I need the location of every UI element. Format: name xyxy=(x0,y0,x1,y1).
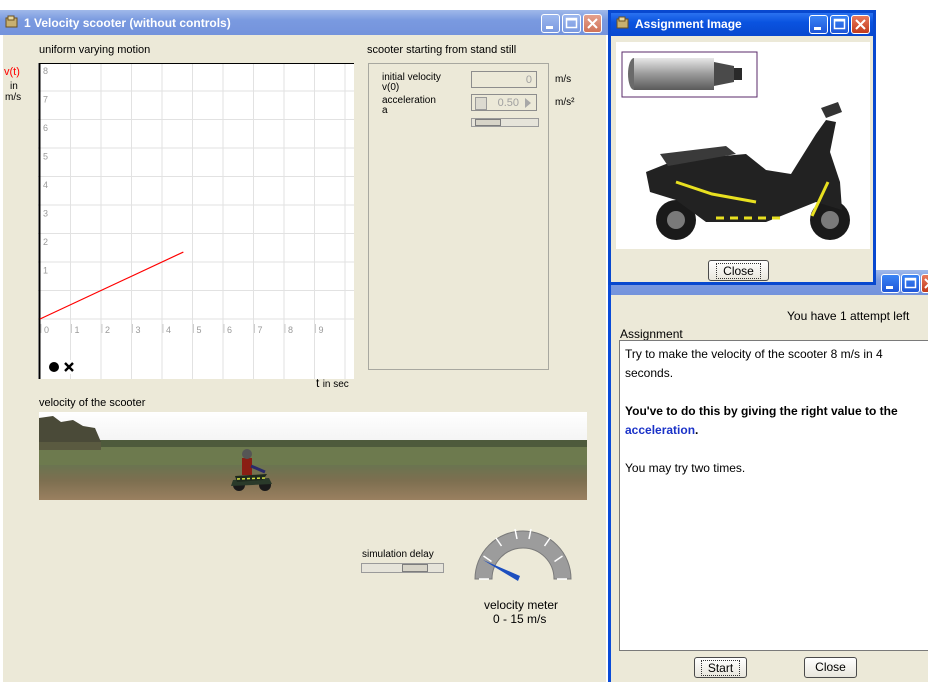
x-tick-label: 8 xyxy=(288,325,293,335)
assignment-instruction: Try to make the velocity of the scooter … xyxy=(625,347,883,380)
close-button-label: Close xyxy=(815,660,846,674)
scooter-scene xyxy=(39,412,587,500)
acceleration-unit: m/s² xyxy=(555,97,575,108)
clear-x-icon xyxy=(64,362,74,372)
close-icon xyxy=(587,18,598,29)
maximize-icon xyxy=(833,18,846,30)
y-tick-label: 2 xyxy=(43,237,48,247)
close-button-label: Close xyxy=(716,263,761,279)
params-heading: scooter starting from stand still xyxy=(367,44,517,56)
y-axis-unit: in xyxy=(10,81,18,92)
y-axis-unit: m/s xyxy=(5,92,22,103)
clear-graph-button[interactable] xyxy=(62,360,76,374)
meter-range: 0 - 15 m/s xyxy=(493,612,547,626)
x-tick-label: 9 xyxy=(319,325,324,335)
velocity-time-graph: 109876543210123456789 xyxy=(38,63,354,379)
simulation-delay-label: simulation delay xyxy=(362,549,434,560)
x-axis-unit: in sec xyxy=(322,379,349,390)
assignment-section-label: Assignment xyxy=(620,327,683,341)
requirement-text: You've to do this by giving the right va… xyxy=(625,404,898,418)
close-window-button[interactable] xyxy=(851,15,870,34)
start-button-label: Start xyxy=(700,660,741,676)
minimize-button[interactable] xyxy=(541,14,560,33)
x-tick-label: 7 xyxy=(258,325,263,335)
x-axis-label: t in sec xyxy=(316,376,349,390)
assignment-note: You may try two times. xyxy=(625,461,746,475)
y-tick-label: 5 xyxy=(43,152,48,162)
x-tick-label: 1 xyxy=(75,325,80,335)
scooter-photo xyxy=(616,42,870,249)
x-tick-label: 6 xyxy=(227,325,232,335)
acceleration-value: 0.50 xyxy=(497,97,519,109)
close-icon xyxy=(855,19,866,30)
close-button[interactable]: Close xyxy=(708,260,769,281)
assignment-window: You have 1 attempt left Assignment Try t… xyxy=(608,270,928,682)
x-tick-label: 0 xyxy=(44,325,49,335)
params-group: initial velocity v(0) 0 m/s acceleration… xyxy=(368,63,574,370)
assignment-image-title: Assignment Image xyxy=(635,17,742,31)
y-axis-label: v(t) xyxy=(4,66,20,78)
y-tick-label: 7 xyxy=(43,95,48,105)
minimize-icon xyxy=(886,286,893,289)
attempts-text: You have 1 attempt left xyxy=(787,309,910,323)
meter-label: velocity meter xyxy=(484,598,559,612)
simulation-window-title: 1 Velocity scooter (without controls) xyxy=(24,16,231,30)
initial-velocity-symbol: v(0) xyxy=(382,82,400,93)
y-tick-label: 3 xyxy=(43,209,48,219)
minimize-button[interactable] xyxy=(881,274,900,293)
acceleration-spinner[interactable]: 0.50 xyxy=(471,94,537,111)
simulation-panel: uniform varying motion v(t) in m/s 10987… xyxy=(3,35,606,682)
close-icon xyxy=(924,278,928,289)
acceleration-slider[interactable] xyxy=(471,118,539,127)
spinner-down-icon[interactable] xyxy=(475,97,487,110)
assignment-requirement: You've to do this by giving the right va… xyxy=(625,402,925,440)
simulation-delay-slider-thumb[interactable] xyxy=(402,564,428,572)
acceleration-symbol: a xyxy=(382,105,388,116)
maximize-button[interactable] xyxy=(901,274,920,293)
assignment-text-area[interactable]: Try to make the velocity of the scooter … xyxy=(619,340,928,651)
maximize-button[interactable] xyxy=(830,15,849,34)
x-tick-label: 5 xyxy=(197,325,202,335)
graph-heading: uniform varying motion xyxy=(39,44,151,56)
app-icon xyxy=(616,16,629,29)
y-tick-label: 4 xyxy=(43,180,48,190)
spinner-up-icon[interactable] xyxy=(523,97,533,109)
acceleration-highlight: acceleration xyxy=(625,423,696,437)
maximize-icon xyxy=(565,17,578,29)
record-dot-icon xyxy=(49,362,59,372)
app-icon xyxy=(5,15,18,28)
close-button[interactable]: Close xyxy=(804,657,857,678)
velocity-meter xyxy=(474,528,572,581)
assignment-image-window: Assignment Image Close xyxy=(608,10,876,285)
y-tick-label: 6 xyxy=(43,123,48,133)
minimize-icon xyxy=(814,27,821,30)
minimize-icon xyxy=(546,26,553,29)
simulation-window: 1 Velocity scooter (without controls) un… xyxy=(0,10,608,682)
close-window-button[interactable] xyxy=(921,274,928,293)
simulation-delay-slider[interactable] xyxy=(361,563,444,573)
x-tick-label: 2 xyxy=(105,325,110,335)
initial-velocity-field[interactable]: 0 xyxy=(471,71,537,88)
x-axis-symbol: t xyxy=(316,376,320,390)
start-button[interactable]: Start xyxy=(694,657,747,678)
x-tick-label: 4 xyxy=(166,325,171,335)
y-tick-label: 8 xyxy=(43,66,48,76)
maximize-button[interactable] xyxy=(562,14,581,33)
initial-velocity-unit: m/s xyxy=(555,74,572,85)
y-tick-label: 1 xyxy=(43,266,48,276)
simulation-window-titlebar[interactable]: 1 Velocity scooter (without controls) xyxy=(0,10,608,35)
close-window-button[interactable] xyxy=(583,14,602,33)
record-button[interactable] xyxy=(47,360,61,374)
acceleration-label: acceleration xyxy=(382,95,436,106)
maximize-icon xyxy=(904,277,917,289)
x-tick-label: 3 xyxy=(136,325,141,335)
minimize-button[interactable] xyxy=(809,15,828,34)
initial-velocity-value: 0 xyxy=(525,74,532,86)
scene-heading: velocity of the scooter xyxy=(39,397,146,409)
acceleration-slider-thumb[interactable] xyxy=(475,119,501,126)
requirement-period: . xyxy=(695,423,699,437)
assignment-image-titlebar[interactable]: Assignment Image xyxy=(611,13,873,36)
